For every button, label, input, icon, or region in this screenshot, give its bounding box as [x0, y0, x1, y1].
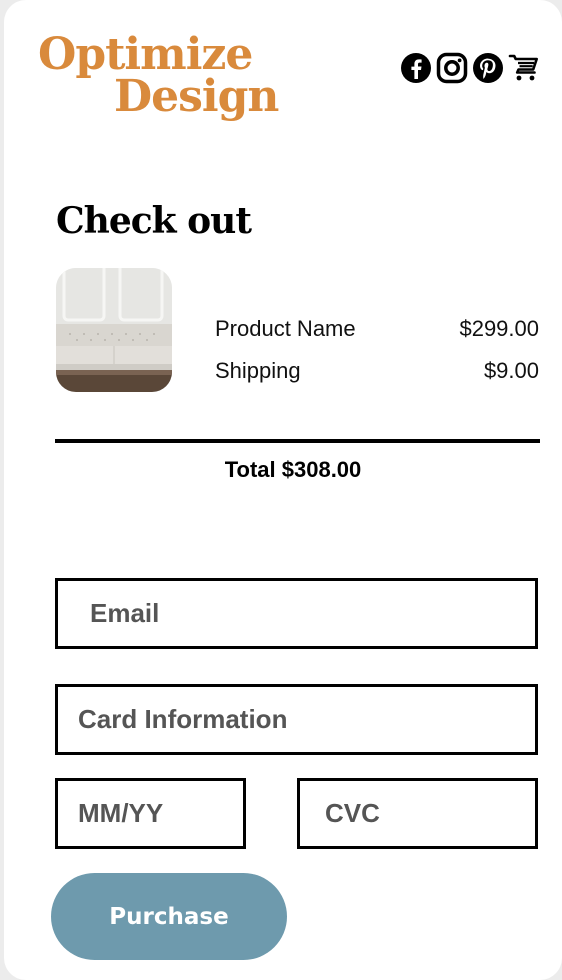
line-item-product: Product Name $299.00	[215, 316, 539, 342]
checkout-card: Optimize Design Check out Product Name $…	[4, 0, 562, 980]
cart-icon[interactable]	[508, 52, 540, 84]
email-placeholder: Email	[90, 598, 160, 628]
facebook-icon[interactable]	[400, 52, 432, 84]
line-item-price: $299.00	[459, 316, 539, 341]
card-information-placeholder: Card Information	[78, 704, 288, 734]
product-image[interactable]	[56, 268, 172, 392]
card-information-field[interactable]: Card Information	[55, 684, 538, 755]
brand-line-1: Optimize	[38, 29, 253, 80]
pinterest-icon[interactable]	[472, 52, 504, 84]
email-field[interactable]: Email	[55, 578, 538, 649]
expiry-placeholder: MM/YY	[78, 798, 164, 828]
cvc-field[interactable]: CVC	[297, 778, 538, 849]
purchase-button[interactable]: Purchase	[51, 873, 287, 960]
line-item-label: Product Name	[215, 316, 356, 341]
line-item-shipping: Shipping $9.00	[215, 358, 539, 384]
divider	[55, 439, 540, 443]
expiry-field[interactable]: MM/YY	[55, 778, 246, 849]
brand-logo[interactable]: Optimize Design	[38, 29, 279, 122]
instagram-icon[interactable]	[436, 52, 468, 84]
line-item-price: $9.00	[483, 358, 539, 383]
line-item-label: Shipping	[215, 358, 301, 383]
cvc-placeholder: CVC	[325, 798, 380, 828]
header-icons	[400, 52, 540, 84]
page-title: Check out	[56, 200, 252, 242]
order-total: Total $308.00	[224, 457, 362, 482]
brand-line-2: Design	[114, 71, 279, 122]
